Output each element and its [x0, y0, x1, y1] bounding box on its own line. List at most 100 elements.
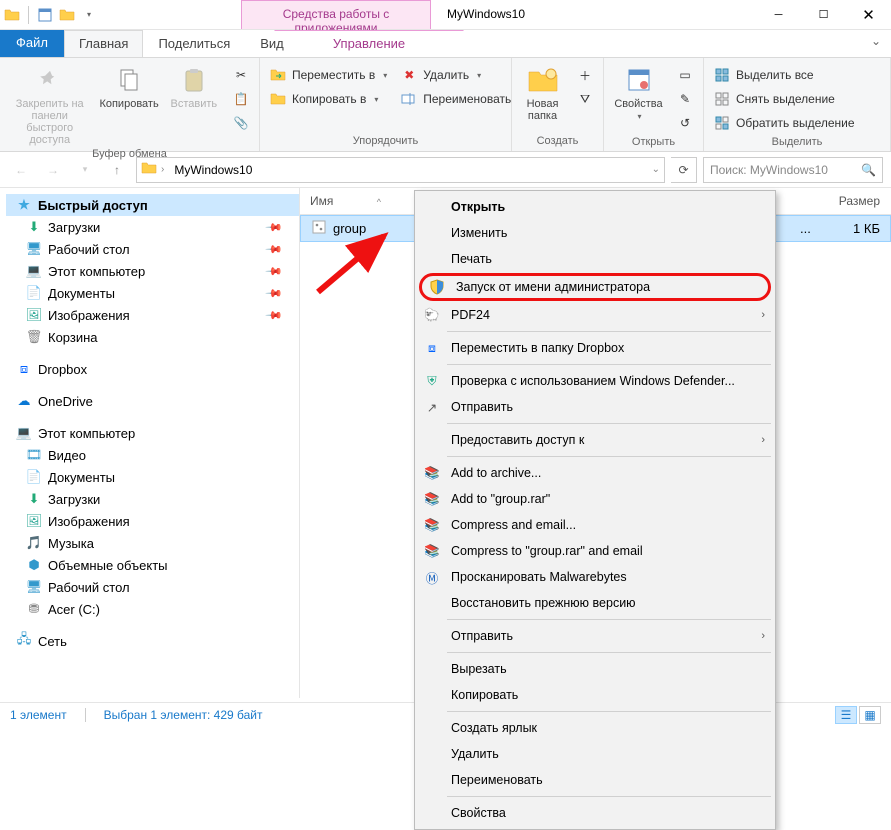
ribbon-collapse-button[interactable]: ⌄ [861, 30, 891, 57]
clipboard-sm3[interactable]: 📎 [229, 112, 253, 134]
view-details-button[interactable]: ☰ [835, 706, 857, 724]
paste-label: Вставить [171, 98, 218, 110]
ctx-defender[interactable]: ⛨Проверка с использованием Windows Defen… [417, 368, 773, 394]
nav-desktop2-label: Рабочий стол [48, 580, 130, 595]
invert-selection-button[interactable]: Обратить выделение [710, 112, 859, 134]
navigation-pane[interactable]: ★ Быстрый доступ ⬇ Загрузки📌 🖥 Рабочий с… [0, 188, 300, 698]
view-icons-button[interactable]: ▦ [859, 706, 881, 724]
open-sm3[interactable]: ↺ [673, 112, 697, 134]
ctx-delete[interactable]: Удалить [417, 741, 773, 767]
nav-documents[interactable]: 📄 Документы📌 [6, 282, 299, 304]
ctx-move-dropbox[interactable]: ⧈Переместить в папку Dropbox [417, 335, 773, 361]
qat-newfolder-icon[interactable] [59, 7, 75, 23]
copy-icon [113, 64, 145, 96]
ctx-malwarebytes[interactable]: ⓂПросканировать Malwarebytes [417, 564, 773, 590]
nav-acer-c[interactable]: ⛃ Acer (C:) [6, 598, 299, 620]
open-sm1[interactable]: ▭ [673, 64, 697, 86]
nav-videos[interactable]: 🎞 Видео [6, 444, 299, 466]
pin-quick-access-button[interactable]: Закрепить на панели быстрого доступа [6, 60, 93, 146]
nav-3d[interactable]: ⬢ Объемные объекты [6, 554, 299, 576]
ctx-rename[interactable]: Переименовать [417, 767, 773, 793]
ctx-compress-email[interactable]: 📚Compress and email... [417, 512, 773, 538]
nav-documents2[interactable]: 📄 Документы [6, 466, 299, 488]
new-folder-button[interactable]: Новая папка [518, 60, 567, 122]
ctx-compress-group-email[interactable]: 📚Compress to "group.rar" and email [417, 538, 773, 564]
tab-manage[interactable]: Управление [274, 30, 464, 56]
ctx-add-archive[interactable]: 📚Add to archive... [417, 460, 773, 486]
delete-button[interactable]: ✖ Удалить▾ [397, 64, 515, 86]
ctx-pdf24[interactable]: 🐑PDF24› [417, 302, 773, 328]
nav-thispc-quick[interactable]: 💻 Этот компьютер📌 [6, 260, 299, 282]
nav-pictures-label: Изображения [48, 308, 130, 323]
addr-folder-icon [141, 160, 157, 179]
ctx-print[interactable]: Печать [417, 246, 773, 272]
nav-onedrive-label: OneDrive [38, 394, 93, 409]
tab-file[interactable]: Файл [0, 30, 64, 57]
ctx-add-group-rar[interactable]: 📚Add to "group.rar" [417, 486, 773, 512]
nav-downloads2[interactable]: ⬇ Загрузки [6, 488, 299, 510]
nav-up-button[interactable]: ↑ [104, 157, 130, 183]
ctx-send-to[interactable]: Отправить› [417, 623, 773, 649]
ctx-prev-versions[interactable]: Восстановить прежнюю версию [417, 590, 773, 616]
ctx-cut[interactable]: Вырезать [417, 656, 773, 682]
qat-dropdown-icon[interactable]: ▾ [81, 7, 97, 23]
clipboard-sm2[interactable]: 📋 [229, 88, 253, 110]
nav-music[interactable]: 🎵 Музыка [6, 532, 299, 554]
rename-button[interactable]: Переименовать [397, 88, 515, 110]
pictures-icon2: 🖼 [26, 513, 42, 529]
nav-pictures2[interactable]: 🖼 Изображения [6, 510, 299, 532]
move-to-button[interactable]: Переместить в▾ [266, 64, 391, 86]
col-size[interactable]: Размер [821, 188, 891, 214]
nav-recent-button[interactable]: ▾ [72, 157, 98, 183]
nav-forward-button[interactable]: → [40, 157, 66, 183]
status-count: 1 элемент [10, 708, 67, 722]
nav-recycle[interactable]: 🗑 Корзина [6, 326, 299, 348]
ctx-open[interactable]: Открыть [417, 194, 773, 220]
select-none-button[interactable]: Снять выделение [710, 88, 859, 110]
downloads-icon2: ⬇ [26, 491, 42, 507]
ctx-grant-access[interactable]: Предоставить доступ к› [417, 427, 773, 453]
paste-button[interactable]: Вставить [165, 60, 223, 110]
onedrive-icon: ☁ [16, 393, 32, 409]
breadcrumb[interactable]: MyWindows10 [168, 161, 258, 179]
close-button[interactable]: ✕ [846, 0, 891, 29]
addr-dropdown-icon[interactable]: ⌄ [652, 164, 660, 175]
paste-shortcut-icon: 📎 [233, 115, 249, 131]
status-selection: Выбран 1 элемент: 429 байт [104, 708, 263, 722]
minimize-button[interactable]: ─ [756, 0, 801, 29]
copy-to-button[interactable]: Копировать в▾ [266, 88, 391, 110]
nav-back-button[interactable]: ← [8, 157, 34, 183]
nav-quick-access[interactable]: ★ Быстрый доступ [6, 194, 299, 216]
ctx-copy[interactable]: Копировать [417, 682, 773, 708]
maximize-button[interactable]: ☐ [801, 0, 846, 29]
new-item-button[interactable]: ＋ [573, 64, 597, 86]
ctx-edit[interactable]: Изменить [417, 220, 773, 246]
nav-downloads[interactable]: ⬇ Загрузки📌 [6, 216, 299, 238]
nav-network[interactable]: 🖧 Сеть [6, 630, 299, 652]
properties-button[interactable]: Свойства ▾ [610, 60, 667, 121]
refresh-button[interactable]: ⟳ [671, 157, 697, 183]
ctx-properties[interactable]: Свойства [417, 800, 773, 826]
search-icon: 🔍 [861, 163, 876, 177]
copy-button[interactable]: Копировать [99, 60, 158, 110]
clipboard-sm1[interactable]: ✂ [229, 64, 253, 86]
tab-home[interactable]: Главная [64, 30, 143, 57]
select-all-button[interactable]: Выделить все [710, 64, 859, 86]
tab-share[interactable]: Поделиться [143, 30, 245, 57]
search-input[interactable]: Поиск: MyWindows10 🔍 [703, 157, 883, 183]
ctx-run-admin[interactable]: Запуск от имени администратора [422, 276, 768, 298]
ctx-share[interactable]: ↗Отправить [417, 394, 773, 420]
nav-pictures[interactable]: 🖼 Изображения📌 [6, 304, 299, 326]
nav-desktop[interactable]: 🖥 Рабочий стол📌 [6, 238, 299, 260]
easy-access-button[interactable]: ⛛ [573, 88, 597, 110]
ctx-shortcut[interactable]: Создать ярлык [417, 715, 773, 741]
nav-desktop2[interactable]: 🖥 Рабочий стол [6, 576, 299, 598]
nav-pictures2-label: Изображения [48, 514, 130, 529]
copypath-icon: 📋 [233, 91, 249, 107]
nav-dropbox[interactable]: ⧈ Dropbox [6, 358, 299, 380]
qat-properties-icon[interactable] [37, 7, 53, 23]
nav-onedrive[interactable]: ☁ OneDrive [6, 390, 299, 412]
nav-this-pc[interactable]: 💻 Этот компьютер [6, 422, 299, 444]
open-sm2[interactable]: ✎ [673, 88, 697, 110]
address-bar[interactable]: › MyWindows10 ⌄ [136, 157, 665, 183]
